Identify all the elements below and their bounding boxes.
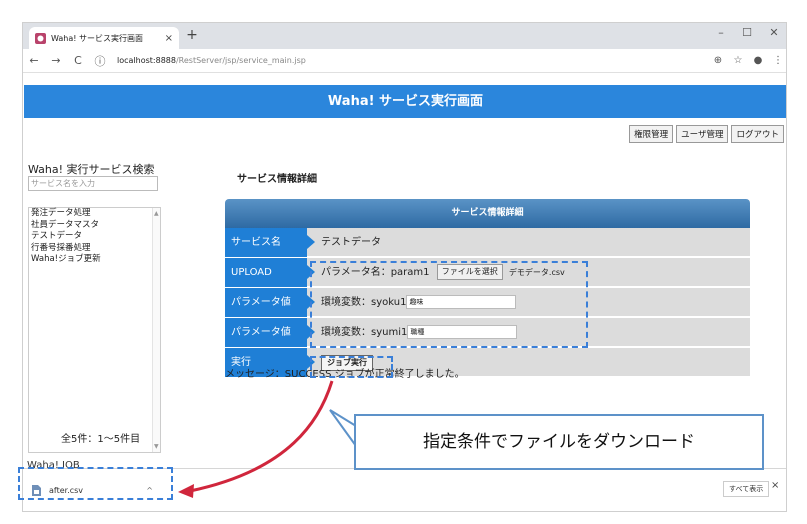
page-title: サービス情報詳細 <box>237 174 317 185</box>
browser-tab[interactable]: Waha! サービス実行画面 × <box>29 27 179 49</box>
list-item[interactable]: 社員データマスタ <box>29 220 160 232</box>
result-count: 全5件：1～5件目 <box>61 434 141 445</box>
logout-button[interactable]: ログアウト <box>731 125 784 143</box>
tab-bar: Waha! サービス実行画面 × + – ☐ ✕ <box>23 23 786 49</box>
service-list[interactable]: 発注データ処理 社員データマスタ テストデータ 行番号採番処理 Waha!ジョブ… <box>28 207 161 453</box>
site-info-icon[interactable]: ⓘ <box>89 53 111 69</box>
download-bar-close-icon[interactable]: × <box>771 480 779 491</box>
row-label: サービス名 <box>225 228 315 257</box>
tab-close-icon[interactable]: × <box>165 33 173 44</box>
scroll-down-icon[interactable]: ▼ <box>154 443 159 450</box>
list-scrollbar[interactable]: ▲ ▼ <box>152 208 160 452</box>
callout-box: 指定条件でファイルをダウンロード <box>354 414 764 470</box>
forward-icon[interactable]: → <box>45 54 67 67</box>
page-content: Waha! サービス実行画面 権限管理 ユーザ管理 ログアウト Waha! 実行… <box>23 73 786 471</box>
url-path: /RestServer/jsp/service_main.jsp <box>175 56 306 65</box>
highlight-download-box <box>18 467 173 500</box>
scroll-up-icon[interactable]: ▲ <box>154 210 159 217</box>
show-all-button[interactable]: すべて表示 <box>723 481 770 497</box>
service-name-value: テストデータ <box>321 237 381 248</box>
account-icon[interactable]: ● <box>748 55 768 66</box>
row-service-name: サービス名 テストデータ <box>225 228 750 257</box>
row-label: UPLOAD <box>225 258 315 287</box>
user-admin-button[interactable]: ユーザ管理 <box>676 125 729 143</box>
site-favicon-icon <box>35 32 46 44</box>
panel-heading: サービス情報詳細 <box>225 199 750 228</box>
maximize-icon[interactable]: ☐ <box>732 26 762 39</box>
list-item[interactable]: テストデータ <box>29 231 160 243</box>
address-bar: ← → C ⓘ localhost:8888/RestServer/jsp/se… <box>23 49 786 73</box>
new-tab-icon[interactable]: + <box>183 27 201 43</box>
list-item[interactable]: 発注データ処理 <box>29 208 160 220</box>
header-buttons: 権限管理 ユーザ管理 ログアウト <box>629 125 784 143</box>
tab-title: Waha! サービス実行画面 <box>51 33 144 43</box>
back-icon[interactable]: ← <box>23 54 45 67</box>
row-label: パラメータ値 <box>225 318 315 347</box>
menu-icon[interactable]: ⋮ <box>768 55 786 66</box>
permission-button[interactable]: 権限管理 <box>629 125 674 143</box>
list-item[interactable]: Waha!ジョブ更新 <box>29 254 160 266</box>
list-item[interactable]: 行番号採番処理 <box>29 243 160 255</box>
url-host: localhost:8888 <box>117 56 176 65</box>
search-title: Waha! 実行サービス検索 <box>28 163 155 176</box>
window-close-icon[interactable]: ✕ <box>759 26 786 39</box>
row-label: パラメータ値 <box>225 288 315 317</box>
highlight-params-box <box>310 261 588 348</box>
service-search-input[interactable]: サービス名を入力 <box>28 176 158 191</box>
page-banner: Waha! サービス実行画面 <box>24 85 786 118</box>
reload-icon[interactable]: C <box>67 54 89 67</box>
highlight-run-box <box>310 356 393 378</box>
bookmark-star-icon[interactable]: ☆ <box>728 55 748 66</box>
url-field[interactable]: localhost:8888/RestServer/jsp/service_ma… <box>117 56 708 65</box>
zoom-icon[interactable]: ⊕ <box>708 55 728 66</box>
